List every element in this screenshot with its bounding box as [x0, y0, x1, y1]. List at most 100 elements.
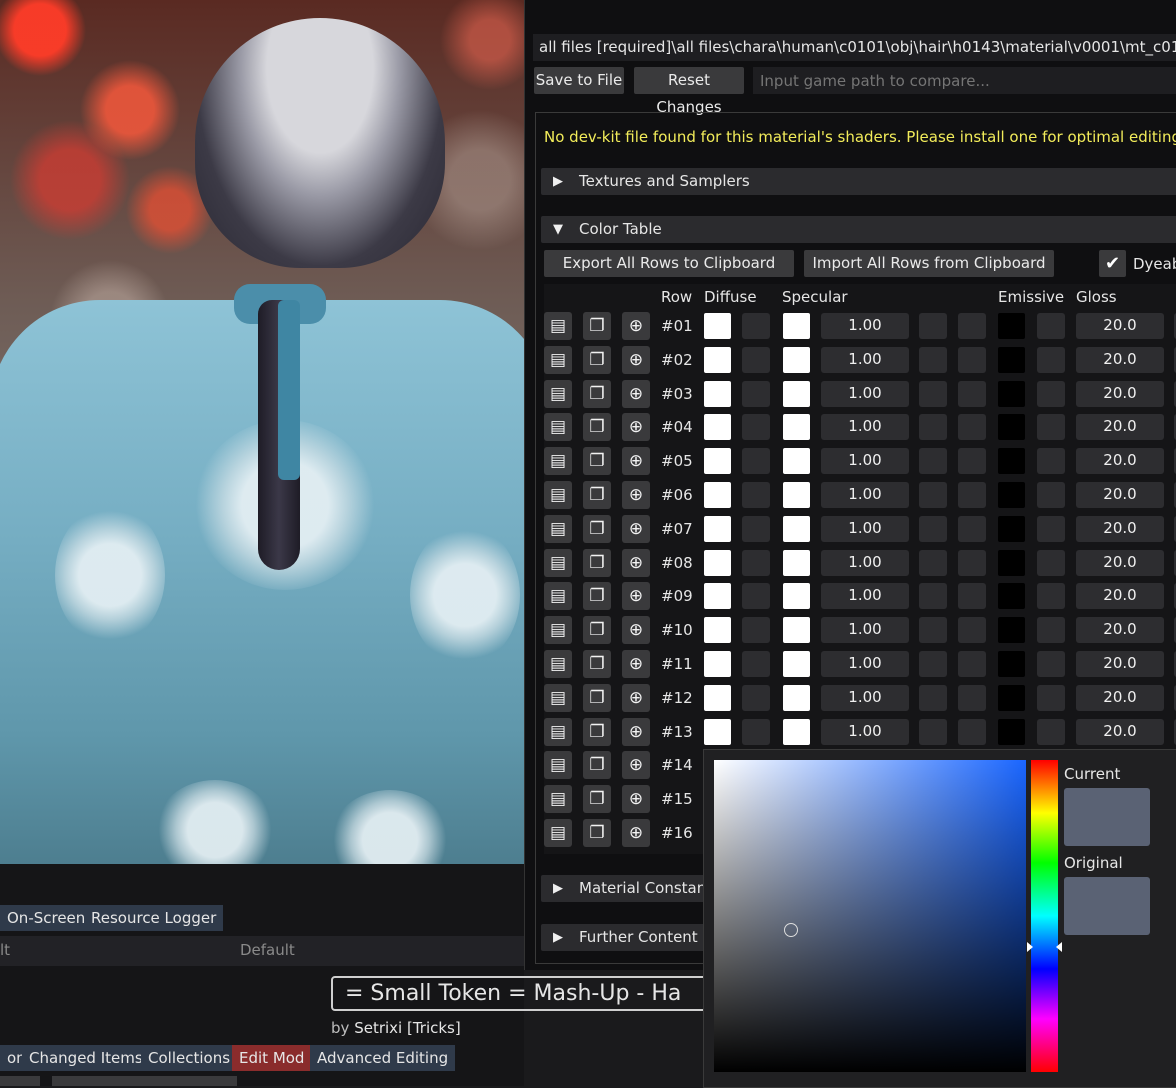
original-color-swatch[interactable] — [1064, 877, 1150, 935]
dye-cell[interactable] — [958, 549, 986, 576]
emissive-swatch[interactable] — [998, 482, 1025, 508]
saturation-value-square[interactable] — [714, 760, 1026, 1072]
clipboard-icon[interactable]: ▤ — [544, 819, 572, 847]
copy-icon[interactable]: ❐ — [583, 582, 611, 611]
emissive-dye-cell[interactable] — [1037, 718, 1065, 745]
clipboard-icon[interactable]: ▤ — [544, 616, 572, 645]
target-icon[interactable]: ⊕ — [622, 514, 650, 543]
dye-cell[interactable] — [919, 482, 947, 508]
diffuse-swatch[interactable] — [704, 515, 731, 542]
emissive-swatch[interactable] — [998, 346, 1025, 373]
specular-strength-field[interactable]: 1.00 — [821, 346, 909, 373]
target-icon[interactable]: ⊕ — [622, 447, 650, 476]
footer-button[interactable] — [0, 1076, 40, 1086]
emissive-dye-cell[interactable] — [1037, 515, 1065, 542]
dye-cell[interactable] — [919, 583, 947, 610]
target-icon[interactable]: ⊕ — [622, 481, 650, 509]
diffuse-swatch[interactable] — [704, 617, 731, 644]
specular-swatch[interactable] — [783, 482, 810, 508]
specular-swatch[interactable] — [783, 684, 810, 711]
copy-icon[interactable]: ❐ — [583, 751, 611, 780]
reset-changes-button[interactable]: Reset Changes — [634, 67, 744, 116]
dye-cell[interactable] — [919, 617, 947, 644]
dyeable-checkbox[interactable]: ✔ — [1099, 250, 1126, 277]
clipboard-icon[interactable]: ▤ — [544, 717, 572, 746]
target-icon[interactable]: ⊕ — [622, 650, 650, 678]
clipboard-icon[interactable]: ▤ — [544, 751, 572, 780]
gloss-field[interactable]: 20.0 — [1076, 482, 1164, 508]
dye-cell[interactable] — [958, 380, 986, 407]
tab-changed-items[interactable]: Changed Items — [22, 1045, 150, 1071]
import-rows-button[interactable]: Import All Rows from Clipboard — [804, 250, 1054, 277]
specular-swatch[interactable] — [783, 718, 810, 745]
save-to-file-button[interactable]: Save to File — [534, 67, 624, 94]
emissive-swatch[interactable] — [998, 651, 1025, 677]
target-icon[interactable]: ⊕ — [622, 616, 650, 645]
emissive-swatch[interactable] — [998, 549, 1025, 576]
emissive-swatch[interactable] — [998, 718, 1025, 745]
footer-button[interactable] — [52, 1076, 237, 1086]
emissive-dye-cell[interactable] — [1037, 651, 1065, 677]
emissive-swatch[interactable] — [998, 414, 1025, 441]
specular-strength-field[interactable]: 1.00 — [821, 583, 909, 610]
emissive-swatch[interactable] — [998, 448, 1025, 475]
target-icon[interactable]: ⊕ — [622, 819, 650, 847]
dye-cell[interactable] — [919, 448, 947, 475]
target-icon[interactable]: ⊕ — [622, 548, 650, 577]
clipboard-icon[interactable]: ▤ — [544, 481, 572, 509]
specular-swatch[interactable] — [783, 651, 810, 677]
target-icon[interactable]: ⊕ — [622, 413, 650, 442]
emissive-swatch[interactable] — [998, 617, 1025, 644]
specular-swatch[interactable] — [783, 346, 810, 373]
diffuse-dye-cell[interactable] — [742, 414, 770, 441]
specular-swatch[interactable] — [783, 448, 810, 475]
diffuse-swatch[interactable] — [704, 651, 731, 677]
specular-swatch[interactable] — [783, 380, 810, 407]
clipboard-icon[interactable]: ▤ — [544, 514, 572, 543]
tab-edit-mod[interactable]: Edit Mod — [232, 1045, 312, 1071]
copy-icon[interactable]: ❐ — [583, 514, 611, 543]
picker-cursor[interactable] — [784, 923, 798, 937]
emissive-dye-cell[interactable] — [1037, 549, 1065, 576]
emissive-dye-cell[interactable] — [1037, 313, 1065, 339]
gloss-field[interactable]: 20.0 — [1076, 651, 1164, 677]
dye-cell[interactable] — [958, 346, 986, 373]
emissive-dye-cell[interactable] — [1037, 448, 1065, 475]
gloss-field[interactable]: 20.0 — [1076, 684, 1164, 711]
specular-swatch[interactable] — [783, 515, 810, 542]
dye-cell[interactable] — [958, 313, 986, 339]
gloss-field[interactable]: 20.0 — [1076, 549, 1164, 576]
dye-cell[interactable] — [958, 651, 986, 677]
specular-strength-field[interactable]: 1.00 — [821, 414, 909, 441]
diffuse-dye-cell[interactable] — [742, 482, 770, 508]
specular-strength-field[interactable]: 1.00 — [821, 380, 909, 407]
diffuse-swatch[interactable] — [704, 380, 731, 407]
copy-icon[interactable]: ❐ — [583, 717, 611, 746]
gloss-field[interactable]: 20.0 — [1076, 515, 1164, 542]
copy-icon[interactable]: ❐ — [583, 413, 611, 442]
export-rows-button[interactable]: Export All Rows to Clipboard — [544, 250, 794, 277]
copy-icon[interactable]: ❐ — [583, 447, 611, 476]
copy-icon[interactable]: ❐ — [583, 481, 611, 509]
dye-cell[interactable] — [958, 482, 986, 508]
clipboard-icon[interactable]: ▤ — [544, 379, 572, 408]
gloss-field[interactable]: 20.0 — [1076, 414, 1164, 441]
dye-cell[interactable] — [919, 346, 947, 373]
diffuse-dye-cell[interactable] — [742, 515, 770, 542]
copy-icon[interactable]: ❐ — [583, 345, 611, 374]
tab-resource-logger[interactable]: Resource Logger — [84, 905, 224, 931]
target-icon[interactable]: ⊕ — [622, 751, 650, 780]
target-icon[interactable]: ⊕ — [622, 785, 650, 814]
clipboard-icon[interactable]: ▤ — [544, 312, 572, 340]
specular-strength-field[interactable]: 1.00 — [821, 684, 909, 711]
specular-strength-field[interactable]: 1.00 — [821, 617, 909, 644]
clipboard-icon[interactable]: ▤ — [544, 650, 572, 678]
emissive-swatch[interactable] — [998, 313, 1025, 339]
specular-strength-field[interactable]: 1.00 — [821, 515, 909, 542]
copy-icon[interactable]: ❐ — [583, 616, 611, 645]
dye-cell[interactable] — [958, 617, 986, 644]
target-icon[interactable]: ⊕ — [622, 582, 650, 611]
gloss-field[interactable]: 20.0 — [1076, 346, 1164, 373]
specular-strength-field[interactable]: 1.00 — [821, 448, 909, 475]
diffuse-dye-cell[interactable] — [742, 313, 770, 339]
